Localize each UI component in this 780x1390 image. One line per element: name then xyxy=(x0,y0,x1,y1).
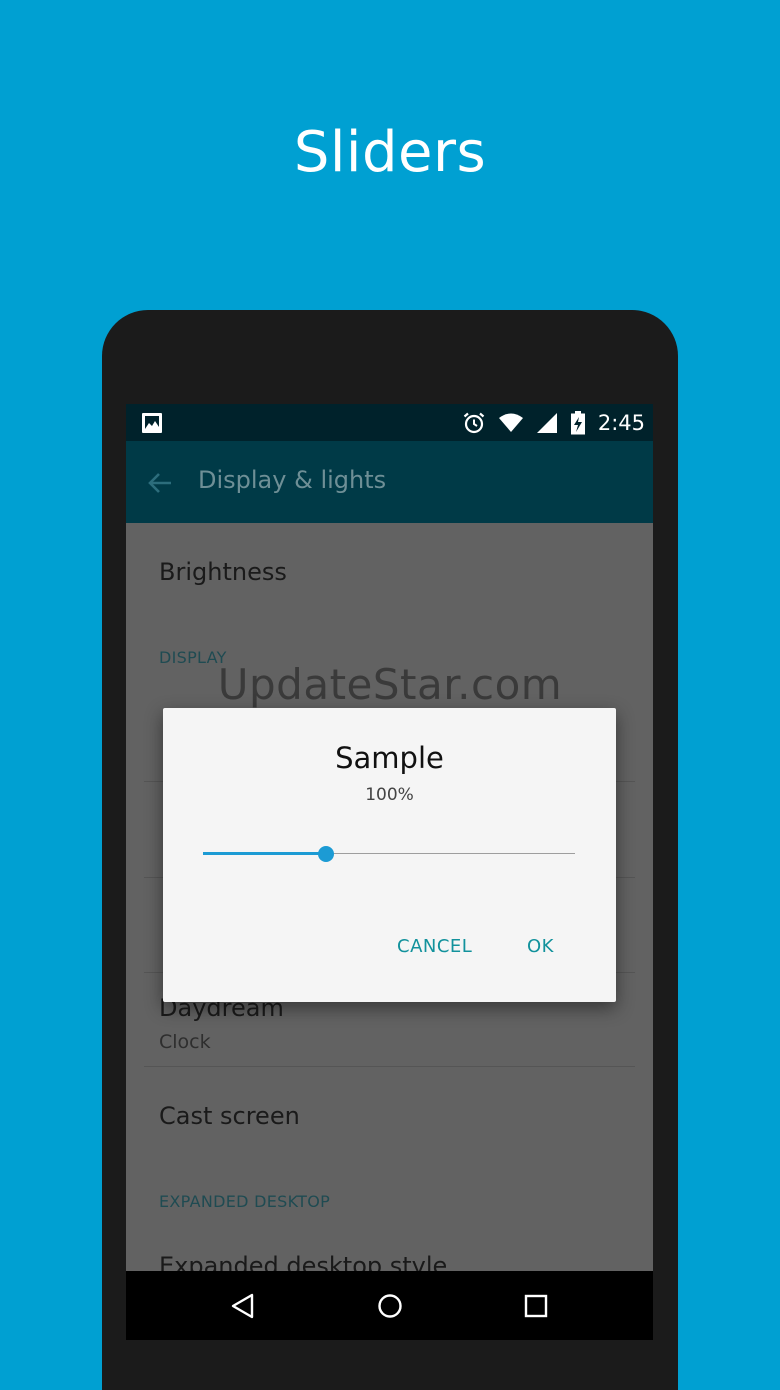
nav-home-icon[interactable] xyxy=(376,1292,404,1320)
status-time: 2:45 xyxy=(597,410,645,435)
slider-dialog: Sample 100% CANCEL OK xyxy=(163,708,616,1002)
alarm-icon xyxy=(463,412,485,433)
expanded-desktop-section-header: EXPANDED DESKTOP xyxy=(159,1192,331,1211)
watermark: UpdateStar.com xyxy=(217,660,563,709)
daydream-subtitle: Clock xyxy=(159,1031,211,1053)
ok-button[interactable]: OK xyxy=(527,936,554,957)
gallery-notification-icon xyxy=(142,413,162,433)
brightness-item[interactable]: Brightness xyxy=(159,558,287,586)
status-bar: 2:45 xyxy=(126,404,653,441)
dialog-title: Sample xyxy=(335,741,444,775)
toolbar-title: Display & lights xyxy=(198,466,387,494)
back-arrow-icon[interactable] xyxy=(146,469,174,497)
cast-screen-item[interactable]: Cast screen xyxy=(159,1102,300,1130)
divider xyxy=(144,1066,635,1067)
nav-back-icon[interactable] xyxy=(229,1292,257,1320)
nav-recents-icon[interactable] xyxy=(522,1292,550,1320)
toolbar: Display & lights xyxy=(126,441,653,523)
battery-charging-icon xyxy=(570,410,585,434)
dialog-slider[interactable] xyxy=(203,842,575,866)
dialog-value: 100% xyxy=(365,785,414,805)
slider-fill xyxy=(203,852,326,855)
navigation-bar xyxy=(126,1271,653,1340)
cancel-button[interactable]: CANCEL xyxy=(397,936,472,957)
slider-thumb[interactable] xyxy=(317,846,334,862)
cell-signal-icon xyxy=(536,412,557,433)
wifi-icon xyxy=(498,413,523,432)
hero-title: Sliders xyxy=(293,120,487,185)
